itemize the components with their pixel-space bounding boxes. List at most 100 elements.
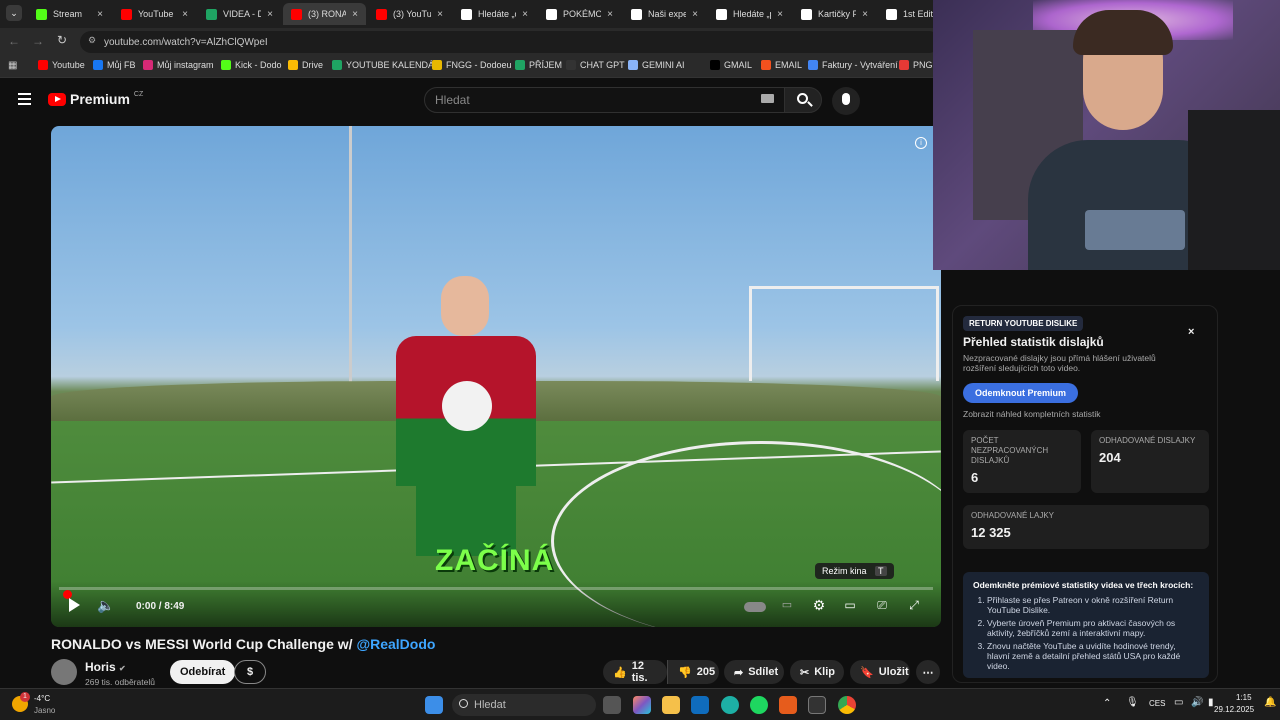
bookmark-item[interactable]: GMAIL <box>710 60 752 70</box>
tab-close-icon[interactable]: × <box>352 9 358 20</box>
forward-icon[interactable]: → <box>32 34 44 48</box>
bookmark-item[interactable]: Faktury - Vytváření <box>808 60 898 70</box>
save-button[interactable]: 🔖 Uložit <box>850 660 910 684</box>
tab-close-icon[interactable]: × <box>607 9 613 20</box>
bookmark-item[interactable]: Youtube <box>38 60 85 70</box>
browser-tab[interactable]: POKÉMON × <box>538 3 621 25</box>
tab-favicon-icon <box>716 8 727 20</box>
taskbar-search[interactable]: Hledat <box>452 694 596 716</box>
app-icon[interactable] <box>779 696 797 714</box>
url-bar[interactable]: ⚙ youtube.com/watch?v=AlZhClQWpeI <box>80 31 940 53</box>
tab-close-icon[interactable]: × <box>777 9 783 20</box>
more-actions-button[interactable]: ⋯ <box>916 660 940 684</box>
tab-close-icon[interactable]: × <box>97 9 103 20</box>
like-icon: 👍 <box>613 666 627 679</box>
terminal-icon[interactable] <box>808 696 826 714</box>
tab-close-icon[interactable]: × <box>692 9 698 20</box>
autoplay-toggle[interactable] <box>744 602 766 612</box>
browser-tab[interactable]: Kartičky Po × <box>793 3 876 25</box>
copilot-icon[interactable] <box>633 696 651 714</box>
language-indicator[interactable]: CES <box>1149 699 1165 708</box>
windows-start-icon[interactable] <box>425 696 443 714</box>
bookmark-item[interactable]: FNGG - Dodoeu <box>432 60 512 70</box>
youtube-logo[interactable]: Premium CZ <box>48 91 143 107</box>
spotify-icon[interactable] <box>750 696 768 714</box>
file-explorer-icon[interactable] <box>662 696 680 714</box>
share-button[interactable]: ➦ Sdílet <box>724 660 784 684</box>
bookmark-item[interactable]: Kick - Dodo <box>221 60 282 70</box>
clock-date[interactable]: 29.12.2025 <box>1214 705 1254 714</box>
chrome-icon[interactable] <box>838 696 856 714</box>
tab-favicon-icon <box>121 8 132 20</box>
tray-chevron-icon[interactable]: ⌃ <box>1103 698 1111 709</box>
fullscreen-icon[interactable]: ⤢ <box>905 596 923 614</box>
clip-label: Klip <box>814 666 835 678</box>
video-player[interactable]: ZAČÍNÁ i Režim kina T 🔈 0:00 / 8:49 ▭ ⚙ … <box>51 126 941 627</box>
preview-stats-link[interactable]: Zobrazit náhled kompletních statistik <box>963 409 1100 419</box>
tab-close-icon[interactable]: × <box>522 9 528 20</box>
volume-icon[interactable]: 🔈 <box>97 596 115 614</box>
keyboard-icon[interactable] <box>761 94 774 103</box>
dislike-button[interactable]: 👎 205 <box>667 660 719 684</box>
site-info-icon[interactable]: ⚙ <box>88 35 96 46</box>
notifications-icon[interactable]: 🔔 <box>1264 697 1276 708</box>
play-icon[interactable] <box>65 596 83 614</box>
browser-tab[interactable]: YouTube × <box>113 3 196 25</box>
browser-tab[interactable]: Naši expe × <box>623 3 706 25</box>
bookmark-item[interactable]: PŘÍJEM <box>515 60 562 70</box>
voice-search-button[interactable] <box>832 87 860 115</box>
bookmark-item[interactable]: EMAIL <box>761 60 802 70</box>
like-button[interactable]: 👍 12 tis. <box>603 660 667 684</box>
edge-icon[interactable] <box>721 696 739 714</box>
unlock-premium-button[interactable]: Odemknout Premium <box>963 383 1079 403</box>
tab-close-icon[interactable]: × <box>182 9 188 20</box>
browser-tab[interactable]: Hledáte „c × <box>453 3 536 25</box>
region-label: CZ <box>133 90 144 98</box>
reload-icon[interactable]: ↻ <box>57 33 67 47</box>
bookmark-item[interactable]: CHAT GPT <box>566 60 625 70</box>
tab-close-icon[interactable]: × <box>267 9 273 20</box>
thanks-button[interactable]: $ <box>234 660 266 684</box>
network-icon[interactable]: ▭ <box>1174 697 1183 708</box>
battery-icon[interactable]: ▮ <box>1208 697 1214 708</box>
dislike-count: 205 <box>696 666 716 678</box>
time-display: 0:00 / 8:49 <box>136 601 185 612</box>
notification-badge: 1 <box>20 692 30 702</box>
menu-icon[interactable] <box>18 93 31 105</box>
browser-tab[interactable]: Hledáte „p × <box>708 3 791 25</box>
outlook-icon[interactable] <box>691 696 709 714</box>
task-view-icon[interactable] <box>603 696 621 714</box>
close-icon[interactable]: × <box>1188 326 1194 338</box>
clock-time[interactable]: 1:15 <box>1236 693 1252 702</box>
back-icon[interactable]: ← <box>8 34 20 48</box>
browser-tab[interactable]: Stream × <box>28 3 111 25</box>
apps-grid-icon[interactable]: ▦ <box>8 60 17 71</box>
theater-mode-icon[interactable]: ▭ <box>841 596 859 614</box>
info-icon[interactable]: i <box>915 137 927 149</box>
bookmark-item[interactable]: YOUTUBE KALENDÁŘ <box>332 60 441 70</box>
search-input[interactable]: Hledat <box>424 87 786 113</box>
tray-mic-icon[interactable]: 🎙 <box>1126 697 1139 708</box>
channel-name[interactable]: Horis <box>85 660 116 674</box>
settings-icon[interactable]: ⚙ <box>810 596 828 614</box>
cast-icon[interactable]: ⎚ <box>873 596 891 614</box>
bookmark-item[interactable]: PNG <box>899 60 933 70</box>
browser-tab[interactable]: VIDEA - D × <box>198 3 281 25</box>
tab-search-button[interactable]: ⌄ <box>6 5 22 21</box>
bookmark-item[interactable]: Můj FB <box>93 60 136 70</box>
browser-tab[interactable]: (3) YouTu × <box>368 3 451 25</box>
subtitles-icon[interactable]: ▭ <box>778 596 796 614</box>
search-button[interactable] <box>784 87 822 113</box>
browser-tab[interactable]: (3) RONAL × <box>283 3 366 25</box>
channel-avatar[interactable] <box>51 659 77 685</box>
progress-bar[interactable] <box>59 587 933 599</box>
bookmark-item[interactable]: Drive <box>288 60 323 70</box>
bookmark-item[interactable]: GEMINI AI <box>628 60 685 70</box>
bookmark-item[interactable]: Můj instagram <box>143 60 214 70</box>
speaker-icon[interactable]: 🔊 <box>1191 697 1203 708</box>
tab-close-icon[interactable]: × <box>437 9 443 20</box>
tab-close-icon[interactable]: × <box>862 9 868 20</box>
clip-button[interactable]: ✂ Klip <box>790 660 844 684</box>
subscribe-button[interactable]: Odebírat <box>170 660 236 684</box>
mention-link[interactable]: @RealDodo <box>356 636 435 652</box>
